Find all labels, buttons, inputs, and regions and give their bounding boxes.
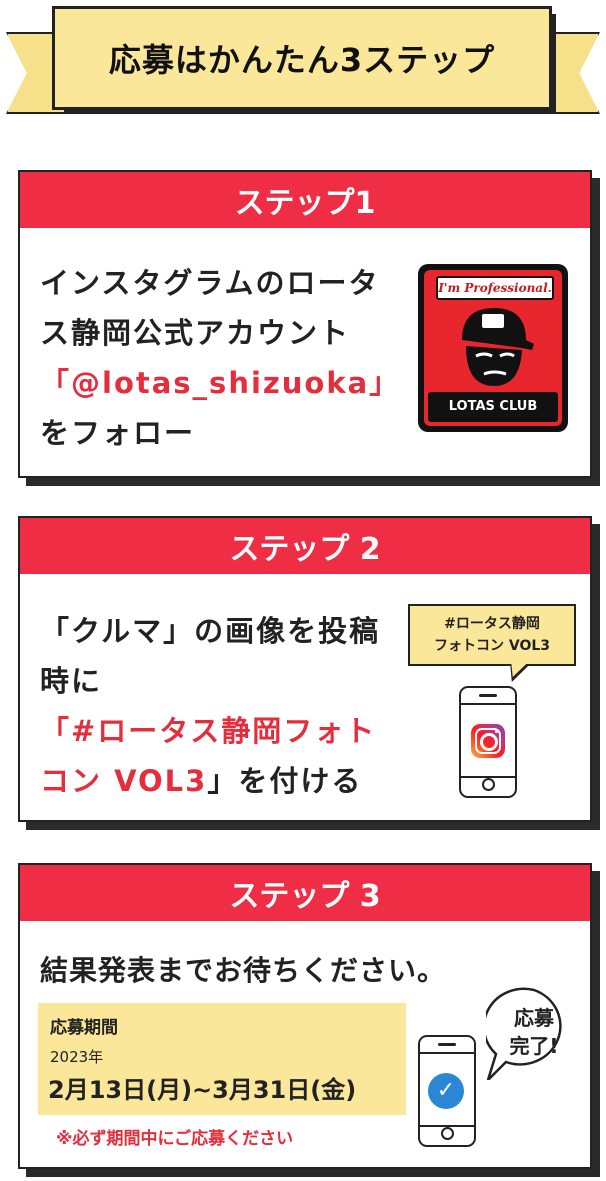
logo-tagline: I'm Professional. bbox=[436, 276, 554, 300]
smartphone-icon: ✓ bbox=[418, 1035, 476, 1147]
mascot-face-icon bbox=[462, 308, 534, 386]
step2-hashtag: 「#ロータス静岡フォト bbox=[40, 714, 377, 748]
step1-header: ステップ1 bbox=[20, 172, 590, 228]
step2-line: 「クルマ」の画像を投稿 bbox=[40, 614, 381, 648]
step2-header: ステップ 2 bbox=[20, 518, 590, 574]
step3-text: 結果発表までお待ちください。 bbox=[40, 954, 447, 987]
bubble-line: #ロータス静岡 bbox=[444, 616, 540, 632]
check-icon: ✓ bbox=[428, 1073, 464, 1109]
step2-line-rest: 」を付ける bbox=[207, 764, 363, 798]
smartphone-icon bbox=[459, 686, 517, 798]
shout-line: 応募 bbox=[514, 1006, 554, 1030]
step1-line: インスタグラムのロータ bbox=[40, 266, 380, 300]
step1-text: インスタグラムのロータ ス静岡公式アカウント 「@lotas_shizuoka」… bbox=[40, 258, 400, 458]
step1-line: をフォロー bbox=[40, 416, 196, 450]
banner: 応募はかんたん3ステップ bbox=[52, 6, 552, 110]
period-dates: 2月13日(月)~3月31日(金) bbox=[48, 1076, 357, 1104]
step2-text: 「クルマ」の画像を投稿 時に 「#ロータス静岡フォト コン VOL3」を付ける bbox=[40, 606, 380, 806]
lotas-club-logo: I'm Professional. LOTAS CLUB bbox=[418, 264, 568, 432]
entry-period-box: 応募期間 2023年 2月13日(月)~3月31日(金) bbox=[38, 1003, 406, 1115]
bubble-line: フォトコン VOL3 bbox=[433, 638, 551, 654]
period-year: 2023年 bbox=[50, 1048, 104, 1066]
banner-title: 応募はかんたん3ステップ bbox=[108, 41, 496, 79]
step1-account-link[interactable]: 「@lotas_shizuoka」 bbox=[40, 358, 400, 408]
step3-header: ステップ 3 bbox=[20, 865, 590, 921]
instagram-icon bbox=[471, 724, 505, 758]
period-title: 応募期間 bbox=[50, 1018, 118, 1038]
step2-line: コン VOL3」を付ける bbox=[40, 756, 380, 806]
shout-text: 応募 完了! bbox=[486, 1004, 582, 1060]
step2-hashtag-end: コン VOL3 bbox=[40, 764, 208, 798]
step1-line: ス静岡公式アカウント bbox=[40, 316, 351, 350]
shout-line: 完了! bbox=[509, 1034, 559, 1058]
step2-line: 時に bbox=[40, 664, 103, 698]
period-note: ※必ず期間中にご応募ください bbox=[56, 1129, 294, 1149]
logo-club-name: LOTAS CLUB bbox=[428, 392, 558, 422]
hashtag-bubble: #ロータス静岡 フォトコン VOL3 bbox=[408, 604, 576, 666]
